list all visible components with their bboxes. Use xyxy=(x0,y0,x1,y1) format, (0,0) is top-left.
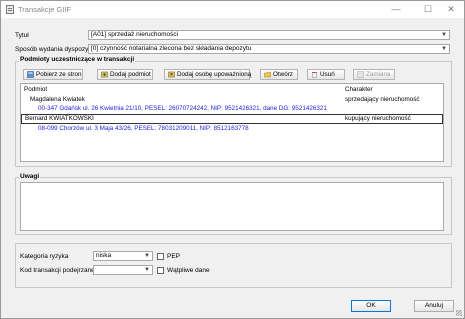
chevron-down-icon: ▼ xyxy=(144,253,150,259)
delete-label: Usuń xyxy=(320,71,335,78)
list-item[interactable]: Magdalena Kwiatek sprzedający nieruchomo… xyxy=(21,96,443,105)
list-item-address[interactable]: 08-099 Chorzów ul. 3 Maja 43/26, PESEL: … xyxy=(21,125,443,134)
add-person-icon xyxy=(168,71,175,78)
add-entity-button[interactable]: Dodaj podmiot xyxy=(97,69,153,80)
doubtful-data-checkbox[interactable] xyxy=(157,267,164,274)
cancel-button[interactable]: Anuluj xyxy=(414,300,454,312)
risk-category-value: niska xyxy=(96,252,112,259)
entity-character: kupujący nieruchomość xyxy=(345,115,411,122)
add-entity-label: Dodaj podmiot xyxy=(110,71,151,78)
risk-category-label: Kategoria ryzyka xyxy=(20,253,69,260)
tytul-select[interactable]: [A01] sprzedaż nieruchomości ▼ xyxy=(88,30,450,40)
suspicious-code-select[interactable]: ▼ xyxy=(93,265,153,275)
sposob-value: [0] czynność notarialna zlecona bez skła… xyxy=(91,45,252,52)
open-label: Otwórz xyxy=(273,71,293,78)
add-authorized-person-button[interactable]: Dodaj osobę upoważnioną xyxy=(164,69,252,80)
list-header: Podmiot Charakter xyxy=(21,86,443,95)
minimize-button[interactable]: — xyxy=(385,2,407,16)
change-label: Zamiana xyxy=(366,71,391,78)
add-entity-icon xyxy=(101,71,108,78)
fetch-from-parties-button[interactable]: Pobierz ze stron xyxy=(23,69,83,80)
column-character-header: Charakter xyxy=(345,86,373,93)
entity-name: Bernard KWIATKOWSKI xyxy=(25,115,94,122)
sposob-select[interactable]: [0] czynność notarialna zlecona bez skła… xyxy=(88,44,450,54)
chevron-down-icon: ▼ xyxy=(144,267,150,273)
fetch-label: Pobierz ze stron xyxy=(36,71,82,78)
entity-address: 08-099 Chorzów ul. 3 Maja 43/26, PESEL: … xyxy=(38,125,249,132)
entity-character: sprzedający nieruchomość xyxy=(345,96,420,103)
change-button[interactable]: Zamiana xyxy=(353,69,395,80)
open-button[interactable]: Otwórz xyxy=(260,69,298,80)
risk-group xyxy=(15,243,452,288)
maximize-button[interactable]: ☐ xyxy=(417,2,439,16)
delete-button[interactable]: Usuń xyxy=(307,69,345,80)
tytul-value: [A01] sprzedaż nieruchomości xyxy=(91,31,179,38)
ok-button[interactable]: OK xyxy=(351,300,391,312)
suspicious-code-label: Kod transakcji podejrzanej xyxy=(20,267,97,274)
tytul-label: Tytuł xyxy=(15,32,29,39)
app-icon xyxy=(6,5,14,14)
folder-icon xyxy=(264,71,271,78)
list-item-selected[interactable]: Bernard KWIATKOWSKI kupujący nieruchomoś… xyxy=(21,114,443,124)
remarks-textarea[interactable] xyxy=(20,182,444,231)
close-button[interactable]: ✕ xyxy=(440,2,462,16)
doubtful-data-label: Wątpliwe dane xyxy=(167,267,210,274)
add-authorized-label: Dodaj osobę upoważnioną xyxy=(177,71,252,78)
resize-grip-icon[interactable] xyxy=(456,310,462,316)
swap-icon xyxy=(357,71,364,78)
list-item-address[interactable]: 00-347 Gdańsk ul. 26 Kwietnia 21/10, PES… xyxy=(21,105,443,114)
chevron-down-icon: ▼ xyxy=(441,32,447,38)
fetch-icon xyxy=(27,71,34,78)
chevron-down-icon: ▼ xyxy=(441,46,447,52)
title-bar: Transakcje GIIF — ☐ ✕ xyxy=(1,1,464,18)
pep-label: PEP xyxy=(167,253,181,260)
participants-group-title: Podmioty uczestniczące w transakcji xyxy=(19,56,136,63)
column-entity-header: Podmiot xyxy=(24,86,48,93)
risk-category-select[interactable]: niska ▼ xyxy=(93,251,153,261)
window-title: Transakcje GIIF xyxy=(18,5,72,14)
remarks-title: Uwagi xyxy=(19,173,41,180)
participants-list[interactable]: Podmiot Charakter Magdalena Kwiatek sprz… xyxy=(20,83,444,162)
entity-address: 00-347 Gdańsk ul. 26 Kwietnia 21/10, PES… xyxy=(38,105,327,112)
sposob-label: Sposób wydania dyspozycji xyxy=(15,46,95,53)
pep-checkbox[interactable] xyxy=(157,253,164,260)
delete-icon xyxy=(312,72,317,78)
entity-name: Magdalena Kwiatek xyxy=(30,96,85,103)
dialog-window: Transakcje GIIF — ☐ ✕ Tytuł [A01] sprzed… xyxy=(0,0,465,319)
